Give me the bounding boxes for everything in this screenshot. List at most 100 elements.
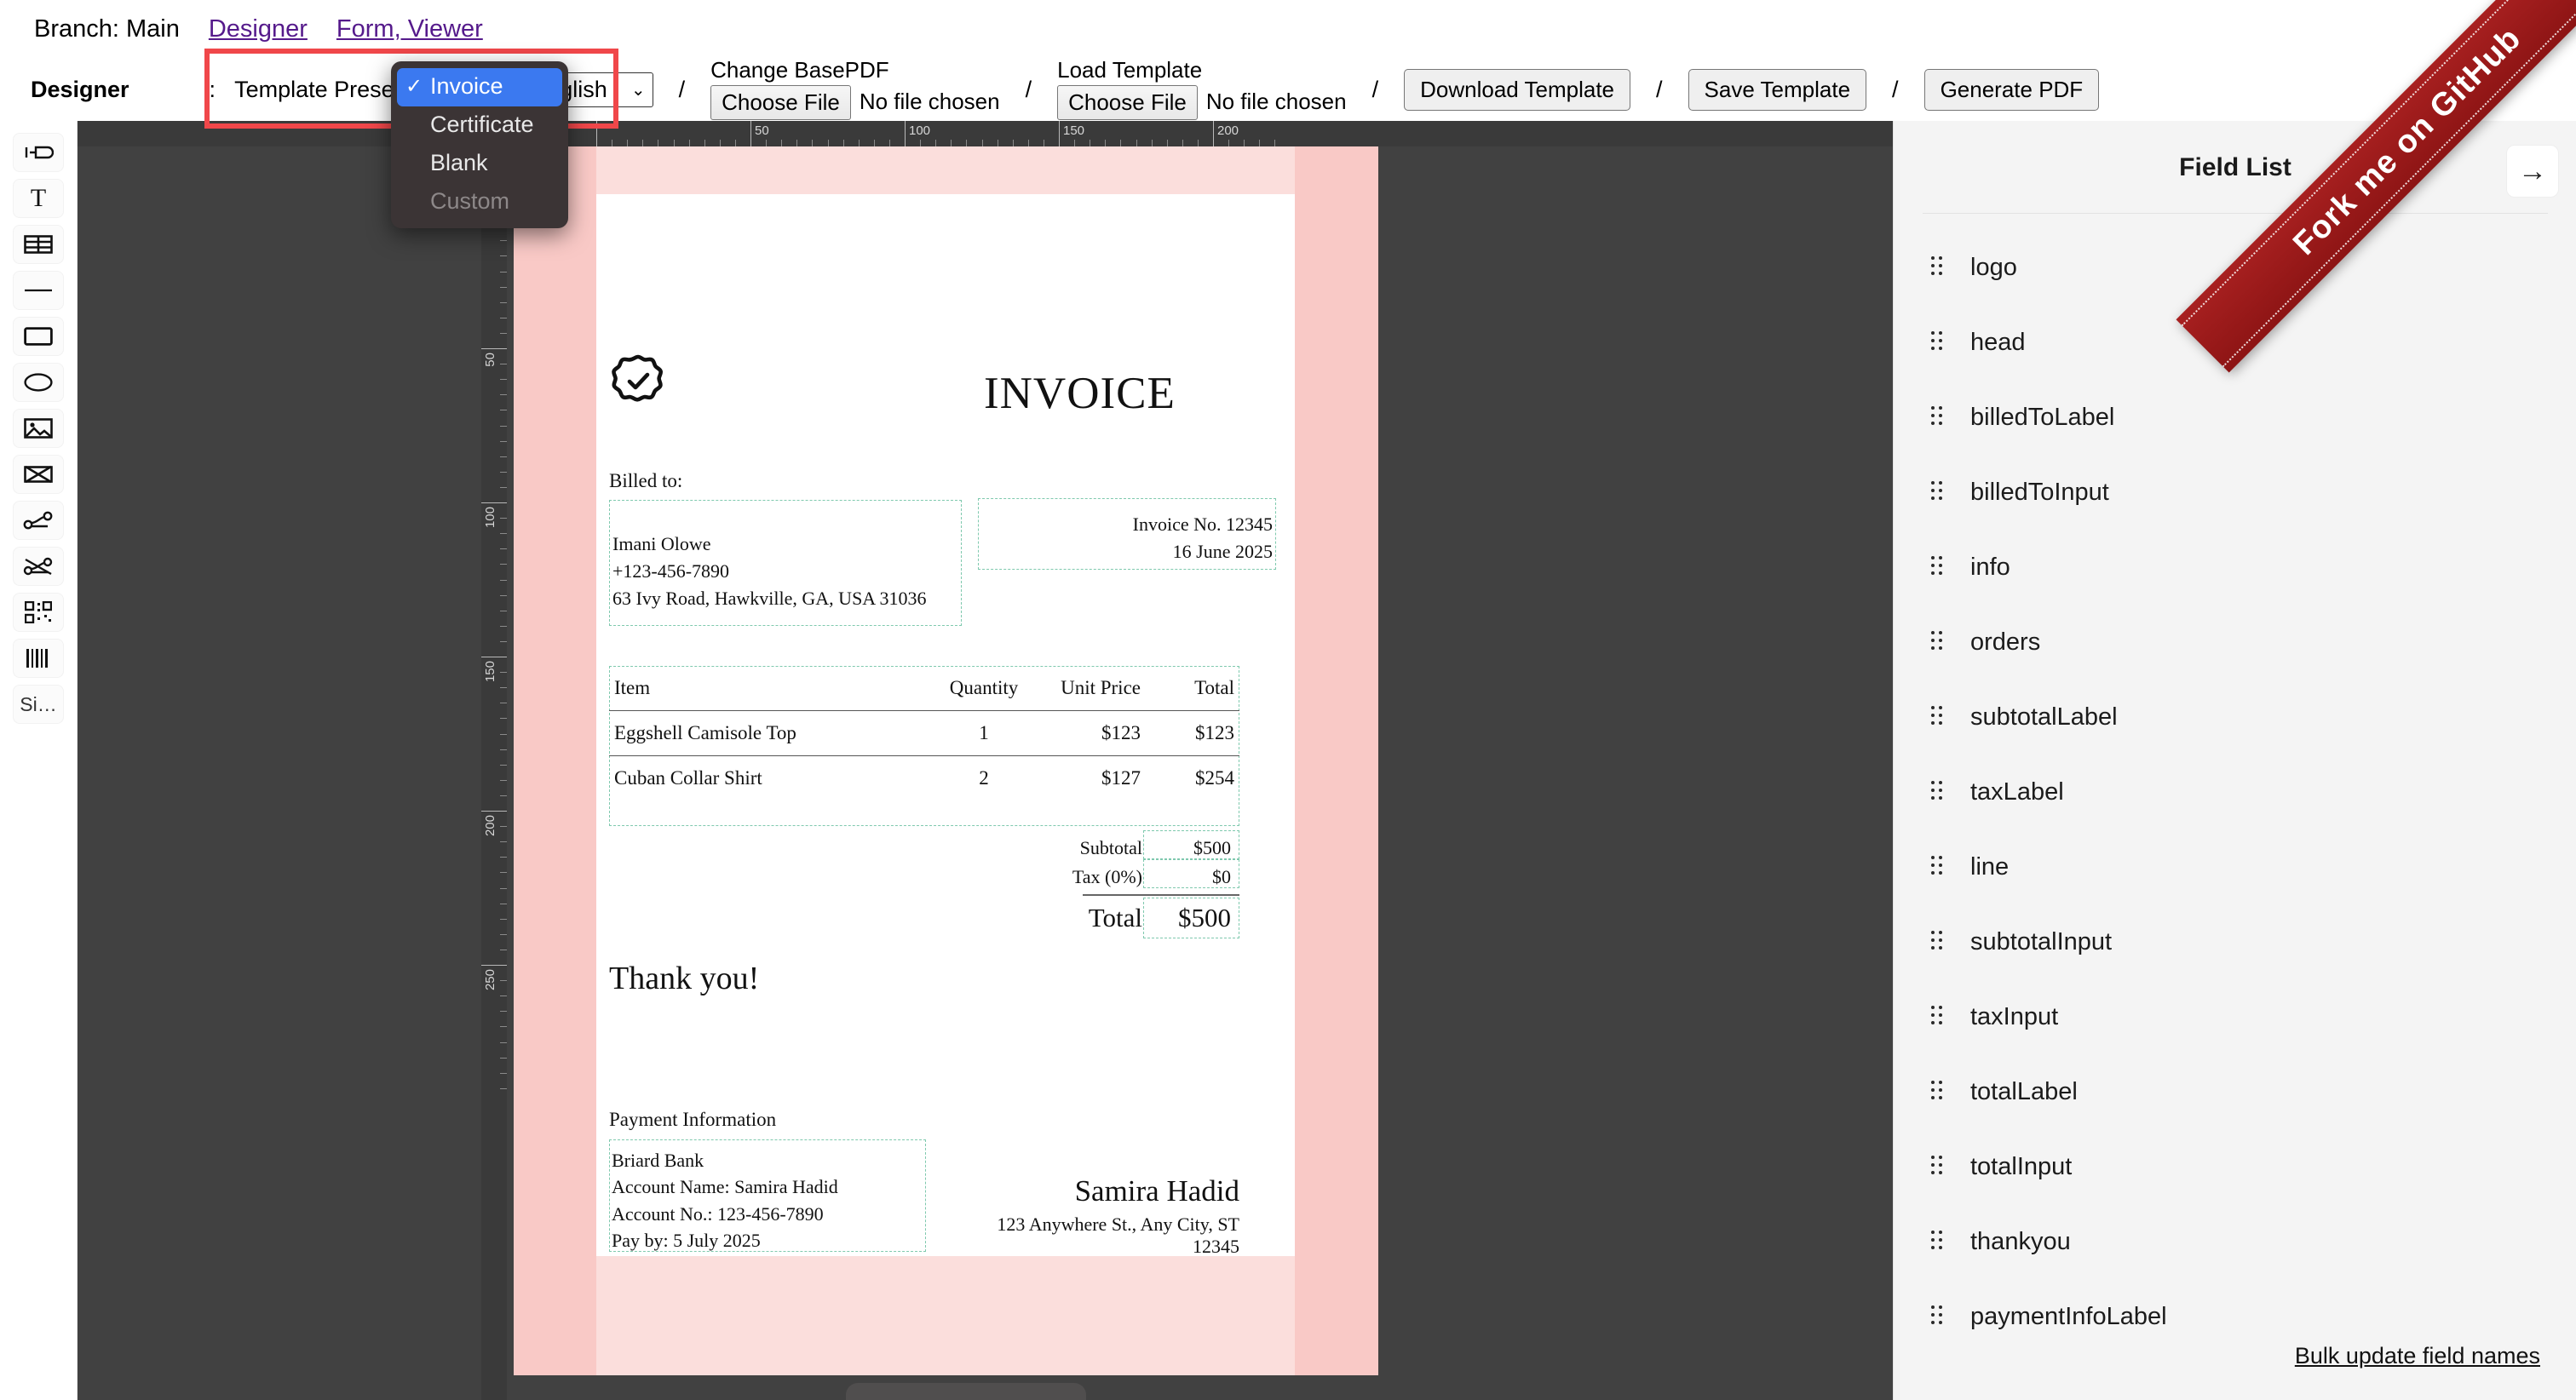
divider-line-field[interactable] (1083, 894, 1239, 896)
signature-name[interactable]: Samira Hadid (980, 1174, 1239, 1208)
ruler-tick (500, 672, 507, 674)
drag-handle-icon[interactable] (1931, 331, 1945, 353)
tax-label[interactable]: Tax (0%) (989, 866, 1142, 888)
drag-handle-icon[interactable] (1931, 556, 1945, 578)
ruler-tick (500, 764, 507, 766)
field-list-item[interactable]: info (1894, 530, 2576, 605)
thankyou-text[interactable]: Thank you! (609, 960, 759, 997)
orders-table[interactable]: Item Quantity Unit Price Total Eggshell … (609, 666, 1239, 800)
table-row: Eggshell Camisole Top 1 $123 $123 (609, 710, 1239, 756)
ruler-tick (1105, 140, 1107, 146)
drag-handle-icon[interactable] (1931, 256, 1945, 278)
change-basepdf-filerow[interactable]: Choose File No file chosen (710, 84, 1000, 120)
payment-info-label[interactable]: Payment Information (609, 1109, 776, 1131)
design-canvas[interactable]: 50 100 150 200 50 100 150 200 250 INVOICE Bille… (78, 121, 1893, 1400)
drag-handle-icon[interactable] (1931, 481, 1945, 503)
field-list[interactable]: logo head billedToLabel billedToInput info or… (1894, 230, 2576, 1337)
drag-handle-icon[interactable] (1931, 931, 1945, 953)
select-icon[interactable] (13, 501, 64, 540)
chevron-down-icon: ⌄ (630, 80, 646, 100)
subtotal-input[interactable]: $500 (1143, 837, 1231, 859)
ruler-tick (920, 140, 922, 146)
billed-to-label[interactable]: Billed to: (609, 470, 682, 492)
dropdown-option-custom: Custom (397, 183, 562, 221)
change-basepdf-choose-file-button[interactable]: Choose File (710, 84, 851, 120)
field-list-item[interactable]: subtotalInput (1894, 904, 2576, 979)
field-list-item[interactable]: totalInput (1894, 1129, 2576, 1204)
field-list-item[interactable]: billedToInput (1894, 455, 2576, 530)
invoice-info[interactable]: Invoice No. 12345 16 June 2025 (978, 511, 1273, 565)
payment-info-input[interactable]: Briard Bank Account Name: Samira Hadid A… (612, 1147, 838, 1254)
drag-handle-icon[interactable] (1931, 1231, 1945, 1253)
field-list-item[interactable]: subtotalLabel (1894, 680, 2576, 755)
rectangle-icon[interactable] (13, 317, 64, 356)
field-list-item[interactable]: totalLabel (1894, 1054, 2576, 1129)
image-icon[interactable] (13, 409, 64, 448)
nav-link-designer[interactable]: Designer (209, 15, 308, 43)
billed-to-input[interactable]: Imani Olowe +123-456-7890 63 Ivy Road, H… (612, 531, 926, 612)
drag-handle-icon[interactable] (1931, 406, 1945, 428)
qrcode-icon[interactable] (13, 593, 64, 632)
ruler-tick (1244, 140, 1245, 146)
text-icon[interactable]: T (13, 179, 64, 218)
drag-handle-icon[interactable] (1931, 706, 1945, 728)
collapse-panel-button[interactable]: → (2506, 145, 2559, 198)
toolbar-separator-3: / (1025, 76, 1032, 102)
drag-handle-icon[interactable] (1931, 1156, 1945, 1178)
field-list-item[interactable]: taxInput (1894, 979, 2576, 1054)
ruler-tick (500, 933, 507, 935)
bulk-update-field-names-link[interactable]: Bulk update field names (2295, 1343, 2540, 1369)
text-field-icon[interactable] (13, 133, 64, 172)
dropdown-option-blank[interactable]: Blank (397, 145, 562, 183)
generate-pdf-button[interactable]: Generate PDF (1923, 68, 2100, 111)
field-list-item[interactable]: thankyou (1894, 1204, 2576, 1279)
drag-handle-icon[interactable] (1931, 631, 1945, 653)
field-list-item[interactable]: orders (1894, 605, 2576, 680)
ruler-tick (951, 140, 952, 146)
total-label[interactable]: Total (980, 903, 1142, 933)
template-preset-dropdown-menu[interactable]: ✓ Invoice Certificate Blank Custom (391, 61, 568, 229)
ruler-tick (500, 980, 507, 982)
ruler-tick (500, 625, 507, 627)
drag-handle-icon[interactable] (1931, 1081, 1945, 1103)
dropdown-option-certificate[interactable]: Certificate (397, 106, 562, 145)
field-list-item[interactable]: billedToLabel (1894, 380, 2576, 455)
ruler-tick (1059, 121, 1060, 146)
drag-handle-icon[interactable] (1931, 1305, 1945, 1328)
save-template-button[interactable]: Save Template (1688, 68, 1867, 111)
ruler-tick (500, 471, 507, 473)
drag-handle-icon[interactable] (1931, 856, 1945, 878)
ruler-tick (500, 718, 507, 720)
total-input[interactable]: $500 (1143, 903, 1231, 933)
invoice-head-title[interactable]: INVOICE (984, 368, 1176, 419)
tax-input[interactable]: $0 (1143, 866, 1231, 888)
load-template-filerow[interactable]: Choose File No file chosen (1057, 84, 1347, 120)
ruler-tick (500, 1041, 507, 1043)
field-list-item-label: subtotalInput (1970, 927, 2113, 955)
tool-rail: T Si… (0, 121, 78, 1400)
download-template-button[interactable]: Download Template (1404, 68, 1631, 111)
load-template-choose-file-button[interactable]: Choose File (1057, 84, 1198, 120)
field-list-item[interactable]: line (1894, 829, 2576, 904)
drag-handle-icon[interactable] (1931, 781, 1945, 803)
ruler-tick (966, 140, 968, 146)
multi-select-icon[interactable] (13, 547, 64, 586)
line-icon[interactable] (13, 271, 64, 310)
table-icon[interactable] (13, 225, 64, 264)
zoom-control-bar[interactable]: − 100% + ··· (846, 1383, 1086, 1400)
signature-icon[interactable]: Si… (13, 685, 64, 724)
subtotal-label[interactable]: Subtotal (989, 837, 1142, 859)
nav-link-form-viewer[interactable]: Form, Viewer (336, 15, 483, 43)
invoice-number: Invoice No. 12345 (1132, 514, 1273, 535)
template-preset-select[interactable]: Template Preset (234, 77, 400, 103)
field-list-item[interactable]: taxLabel (1894, 755, 2576, 829)
verified-badge-icon[interactable] (610, 354, 666, 410)
signature-address[interactable]: 123 Anywhere St., Any City, ST 12345 (946, 1214, 1239, 1258)
svg-icon[interactable] (13, 455, 64, 494)
drag-handle-icon[interactable] (1931, 1006, 1945, 1028)
dropdown-option-invoice[interactable]: ✓ Invoice (397, 68, 562, 107)
ruler-tick (500, 332, 507, 334)
ellipse-icon[interactable] (13, 363, 64, 402)
ruler-tick (500, 1057, 507, 1059)
barcode-icon[interactable] (13, 639, 64, 678)
